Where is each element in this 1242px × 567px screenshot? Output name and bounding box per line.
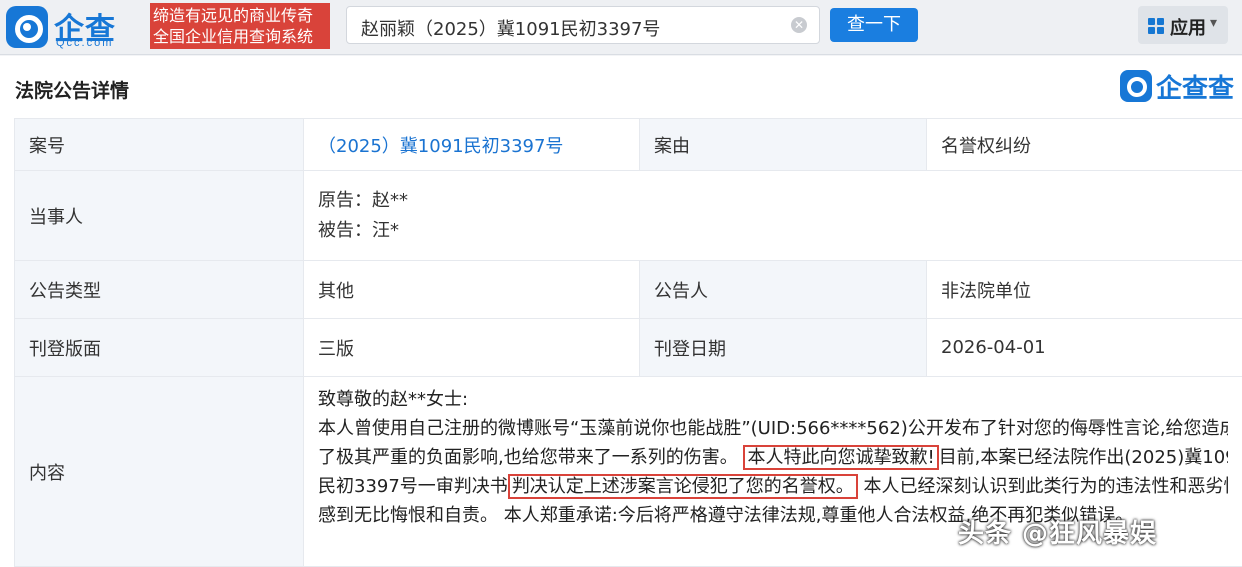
date-label: 刊登日期 <box>639 318 927 377</box>
content-text: 民初3397号一审判决书 <box>318 476 508 497</box>
brand-text: 企查查 <box>1156 74 1235 104</box>
page-label: 刊登版面 <box>14 318 304 377</box>
content-text: 了极其严重的负面影响,也给您带来了一系列的伤害。 <box>318 447 738 468</box>
qcc-logo-icon <box>1120 70 1152 102</box>
type-label: 公告类型 <box>14 260 304 319</box>
content-text: 本人已经深刻认识到此类行为的违法性和恶劣性 <box>863 476 1228 497</box>
announcer-label: 公告人 <box>639 260 927 319</box>
apps-label: 应用 <box>1170 18 1206 39</box>
chevron-down-icon: ▾ <box>1210 15 1218 31</box>
page-value: 三版 <box>303 318 640 377</box>
top-bar: 企查查 Qcc.com 缔造有远见的商业传奇 全国企业信用查询系统 赵丽颖（20… <box>0 0 1242 91</box>
cause-value: 名誉权纠纷 <box>926 118 1242 171</box>
apps-menu-button[interactable]: 应用 ▾ <box>1138 6 1228 44</box>
slogan-banner: 缔造有远见的商业传奇 全国企业信用查询系统 <box>150 3 330 49</box>
cause-label: 案由 <box>639 118 927 171</box>
search-input[interactable]: 赵丽颖（2025）冀1091民初3397号 ✕ <box>346 6 820 44</box>
highlight-box: 本人特此向您诚挚致歉! <box>743 445 939 470</box>
qcc-brand-logo: 企查查 <box>1120 70 1242 104</box>
highlight-box: 判决认定上述涉案言论侵犯了您的名誉权。 <box>507 474 858 499</box>
qcc-logo[interactable]: 企查查 Qcc.com <box>6 6 146 91</box>
clear-icon[interactable]: ✕ <box>791 17 807 33</box>
content-label: 内容 <box>14 376 304 567</box>
logo-subtext: Qcc.com <box>56 37 114 49</box>
court-notice-card: 法院公告详情 企查查 案号 （2025）冀1091民初3397号 案由 名誉权纠… <box>0 56 1242 567</box>
announcer-value: 非法院单位 <box>926 260 1242 319</box>
defendant: 被告：汪* <box>318 219 399 241</box>
search-input-value: 赵丽颖（2025）冀1091民初3397号 <box>361 19 661 40</box>
table-row: 公告类型 其他 公告人 非法院单位 <box>14 260 1242 319</box>
party-label: 当事人 <box>14 170 304 261</box>
table-row: 当事人 原告：赵** 被告：汪* <box>14 170 1242 261</box>
watermark: 头条 @狂风暴娱 <box>958 519 1158 549</box>
content-line: 致尊敬的赵**女士: <box>318 389 469 410</box>
slogan-line-2: 全国企业信用查询系统 <box>153 27 314 46</box>
plaintiff: 原告：赵** <box>318 189 408 211</box>
type-value: 其他 <box>303 260 640 319</box>
notice-detail-table: 案号 （2025）冀1091民初3397号 案由 名誉权纠纷 当事人 原告：赵*… <box>14 118 1242 567</box>
qcc-logo-icon <box>6 6 48 48</box>
date-value: 2026-04-01 <box>926 318 1242 377</box>
case-no-label: 案号 <box>14 118 304 171</box>
content-line: 本人曾使用自己注册的微博账号“玉藻前说你也能战胜”(UID:566****562… <box>318 418 1228 439</box>
grid-icon <box>1148 18 1164 34</box>
content-line: 了极其严重的负面影响,也给您带来了一系列的伤害。 本人特此向您诚挚致歉! 目前,本… <box>318 443 1228 472</box>
content-line: 民初3397号一审判决书 判决认定上述涉案言论侵犯了您的名誉权。 本人已经深刻认识… <box>318 472 1228 501</box>
page-title: 法院公告详情 <box>15 80 130 102</box>
slogan-line-1: 缔造有远见的商业传奇 <box>153 6 314 25</box>
table-row: 刊登版面 三版 刊登日期 2026-04-01 <box>14 318 1242 377</box>
party-value: 原告：赵** 被告：汪* <box>303 170 1242 261</box>
table-row: 案号 （2025）冀1091民初3397号 案由 名誉权纠纷 <box>14 118 1242 171</box>
case-no-link[interactable]: （2025）冀1091民初3397号 <box>303 118 640 171</box>
search-button[interactable]: 查一下 <box>830 8 918 42</box>
content-text: 目前,本案已经法院作出(2025)冀1091 <box>938 447 1228 468</box>
